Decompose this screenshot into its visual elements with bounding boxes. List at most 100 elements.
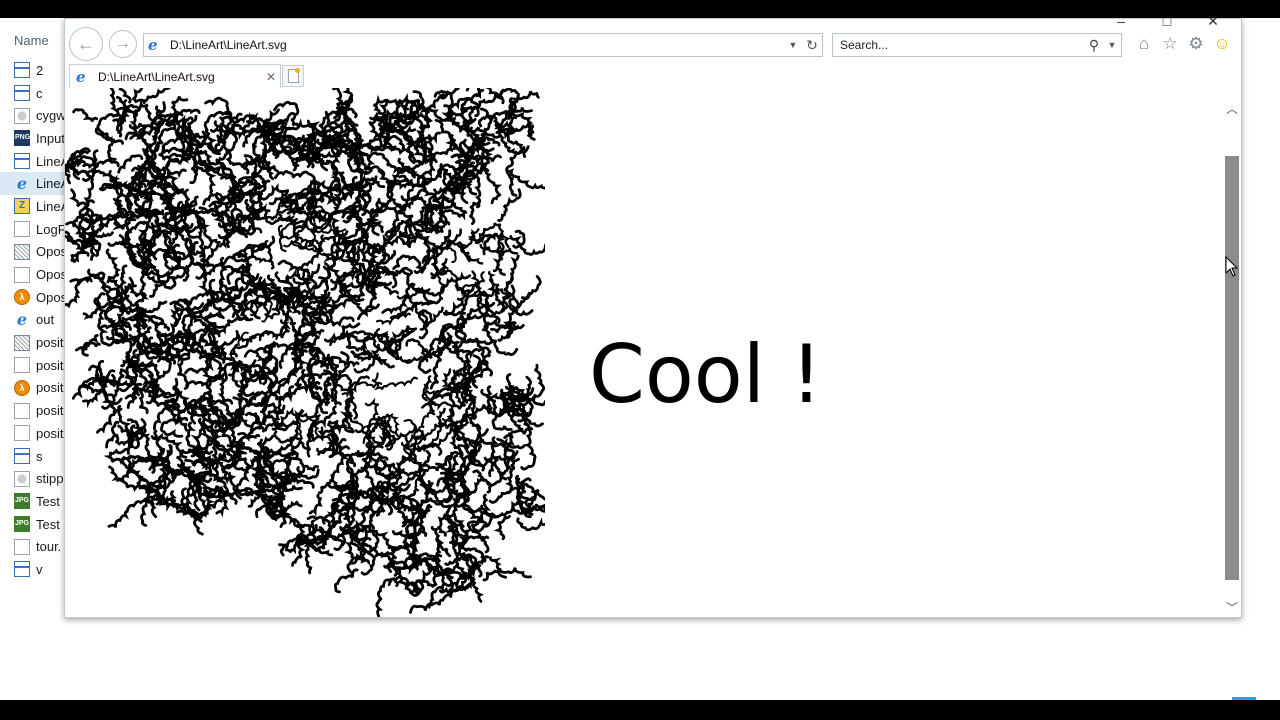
squiggle-stroke: [131, 88, 146, 105]
close-icon[interactable]: ✕: [1205, 18, 1221, 30]
squiggle-stroke: [318, 474, 335, 495]
file-name: posit: [36, 357, 64, 373]
file-row[interactable]: s: [0, 445, 64, 468]
refresh-icon[interactable]: ↻: [802, 37, 822, 54]
search-dropdown-icon[interactable]: ▼: [1103, 40, 1121, 50]
back-button[interactable]: ←: [69, 27, 103, 61]
text-file-icon: [14, 538, 30, 555]
file-row[interactable]: posit: [0, 399, 64, 422]
gif-icon: [14, 243, 30, 260]
squiggle-stroke: [109, 88, 120, 118]
squiggle-stroke: [218, 256, 228, 295]
tab-lineart[interactable]: e D:\LineArt\LineArt.svg ✕: [69, 64, 281, 88]
file-row[interactable]: JPG Test: [0, 490, 64, 513]
squiggle-stroke: [468, 201, 481, 225]
file-row[interactable]: posit: [0, 354, 64, 377]
file-row[interactable]: Z LineA: [0, 195, 64, 218]
file-row[interactable]: Opos: [0, 263, 64, 286]
minimize-icon[interactable]: –: [1113, 18, 1129, 30]
tab-strip: e D:\LineArt\LineArt.svg ✕: [65, 62, 1241, 88]
mouse-cursor-icon: [1225, 256, 1239, 277]
file-name: LineA: [36, 198, 64, 214]
search-icon[interactable]: ⚲: [1085, 37, 1103, 54]
file-row[interactable]: posit: [0, 331, 64, 354]
file-name: out: [36, 312, 55, 328]
squiggle-stroke: [159, 416, 189, 438]
file-row[interactable]: cygw: [0, 104, 64, 127]
file-row[interactable]: 2: [0, 59, 64, 82]
file-name: Test: [36, 516, 60, 532]
squiggle-stroke: [347, 335, 371, 352]
squiggle-stroke: [308, 493, 323, 517]
file-name: posit: [36, 380, 64, 396]
desktop-screen: Name 2 c cygw PNG Input LineA e LineA Z Lin…: [0, 18, 1280, 700]
file-row[interactable]: PNG Input: [0, 127, 64, 150]
text-file-icon: [14, 402, 30, 419]
file-name: LogF: [36, 221, 64, 237]
file-name: tour.: [36, 539, 62, 555]
squiggle-stroke: [509, 235, 545, 256]
maximize-icon[interactable]: □: [1159, 18, 1175, 30]
file-row[interactable]: v: [0, 558, 64, 581]
file-row[interactable]: Opos: [0, 241, 64, 264]
cool-text: Cool !: [589, 328, 823, 421]
name-column-header[interactable]: Name: [14, 33, 49, 48]
squiggle-stroke: [380, 542, 408, 557]
file-row[interactable]: LineA: [0, 150, 64, 173]
scroll-up-icon[interactable]: ︿: [1223, 100, 1241, 118]
new-tab-button[interactable]: [282, 65, 304, 87]
exe-icon: [14, 85, 30, 102]
toolbar-icons: ⌂ ☆ ⚙ ☺: [1135, 34, 1231, 54]
tab-title: D:\LineArt\LineArt.svg: [98, 69, 215, 84]
scrollbar-thumb[interactable]: [1225, 156, 1239, 580]
file-row[interactable]: tour.: [0, 535, 64, 558]
squiggle-stroke: [375, 577, 399, 617]
tab-close-icon[interactable]: ✕: [262, 70, 280, 84]
file-name: posit: [36, 403, 64, 419]
file-row[interactable]: e out: [0, 309, 64, 332]
halflife-icon: λ: [14, 379, 30, 396]
squiggle-stroke: [371, 372, 418, 391]
address-dropdown-icon[interactable]: ▼: [784, 40, 802, 50]
exe-icon: [14, 153, 30, 170]
file-row-selected[interactable]: e LineA: [0, 172, 64, 196]
file-row[interactable]: λ posit: [0, 377, 64, 400]
address-url[interactable]: D:\LineArt\LineArt.svg: [170, 38, 784, 52]
ie-page-icon: e: [148, 36, 158, 54]
text-file-icon: [14, 266, 30, 283]
file-row[interactable]: stipp: [0, 467, 64, 490]
file-name: LineA: [36, 153, 64, 169]
squiggle-stroke: [223, 132, 249, 168]
cygwin-file-icon: [14, 107, 30, 124]
window-controls: – □ ✕: [1113, 18, 1221, 30]
squiggle-stroke: [507, 254, 520, 284]
search-input[interactable]: Search...: [833, 38, 1085, 52]
squiggle-stroke: [207, 432, 219, 477]
squiggle-stroke: [497, 188, 522, 222]
forward-button[interactable]: →: [109, 30, 137, 58]
squiggle-stroke: [375, 312, 412, 326]
squiggle-stroke: [493, 513, 511, 541]
file-row[interactable]: JPG Test: [0, 513, 64, 536]
text-file-icon: [14, 221, 30, 238]
file-row[interactable]: posit: [0, 422, 64, 445]
jpg-icon: JPG: [14, 516, 30, 533]
settings-gear-icon[interactable]: ⚙: [1187, 34, 1205, 54]
tiger-line-art-image: [65, 88, 545, 617]
ie-tab-icon: e: [76, 67, 86, 86]
zip-icon: Z: [14, 198, 30, 215]
scroll-down-icon[interactable]: ﹀: [1223, 599, 1241, 617]
address-bar[interactable]: e D:\LineArt\LineArt.svg ▼ ↻: [143, 33, 823, 57]
search-box[interactable]: Search... ⚲ ▼: [832, 33, 1122, 57]
vertical-scrollbar[interactable]: ︿ ﹀: [1223, 88, 1241, 617]
cygwin-file-icon: [14, 470, 30, 487]
squiggle-stroke: [204, 96, 233, 120]
exe-icon: [14, 561, 30, 578]
squiggle-stroke: [333, 568, 359, 594]
feedback-smiley-icon[interactable]: ☺: [1213, 34, 1231, 54]
file-row[interactable]: c: [0, 82, 64, 105]
file-row[interactable]: LogF: [0, 218, 64, 241]
file-row[interactable]: λ Opos: [0, 286, 64, 309]
home-icon[interactable]: ⌂: [1135, 34, 1153, 54]
favorites-star-icon[interactable]: ☆: [1161, 34, 1179, 54]
